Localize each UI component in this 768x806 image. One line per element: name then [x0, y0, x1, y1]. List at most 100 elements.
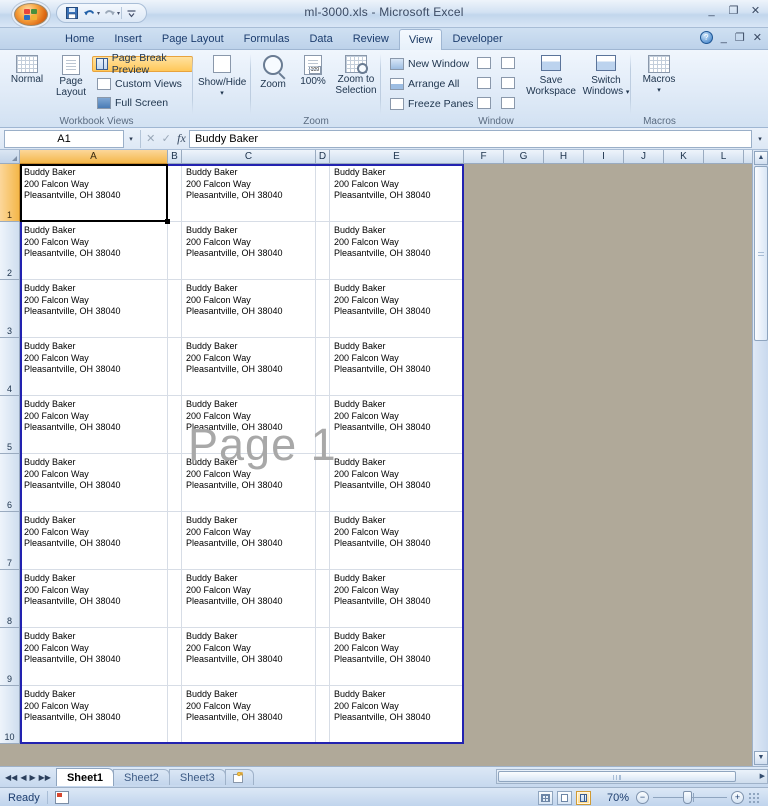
- tab-formulas[interactable]: Formulas: [234, 28, 300, 50]
- record-macro-icon[interactable]: [55, 791, 69, 804]
- cell-E6[interactable]: Buddy Baker200 Falcon WayPleasantville, …: [330, 454, 464, 512]
- row-header-10[interactable]: 10: [0, 686, 20, 744]
- show-hide-button[interactable]: Show/Hide ▾: [198, 53, 246, 99]
- cell-D9[interactable]: [316, 628, 330, 686]
- cell-A2[interactable]: Buddy Baker200 Falcon WayPleasantville, …: [20, 222, 168, 280]
- column-header-H[interactable]: H: [544, 150, 584, 164]
- hide-window-icon[interactable]: [477, 77, 491, 89]
- freeze-panes-button[interactable]: Freeze Panes ▾: [387, 96, 484, 112]
- select-all-button[interactable]: [0, 150, 20, 164]
- normal-view-status-button[interactable]: [538, 791, 553, 805]
- sheet-tab-sheet1[interactable]: Sheet1: [56, 768, 114, 786]
- minimize-workbook-button[interactable]: _: [721, 32, 727, 44]
- cell-E8[interactable]: Buddy Baker200 Falcon WayPleasantville, …: [330, 570, 464, 628]
- cell-E10[interactable]: Buddy Baker200 Falcon WayPleasantville, …: [330, 686, 464, 744]
- scroll-down-button[interactable]: ▼: [754, 751, 768, 765]
- column-header-E[interactable]: E: [330, 150, 464, 164]
- row-header-9[interactable]: 9: [0, 628, 20, 686]
- tab-review[interactable]: Review: [343, 28, 399, 50]
- cell-E9[interactable]: Buddy Baker200 Falcon WayPleasantville, …: [330, 628, 464, 686]
- page-break-preview-button[interactable]: Page Break Preview: [92, 56, 193, 72]
- cell-C3[interactable]: Buddy Baker200 Falcon WayPleasantville, …: [182, 280, 316, 338]
- accept-formula-icon[interactable]: ✓: [162, 132, 171, 145]
- cell-B10[interactable]: [168, 686, 182, 744]
- cell-E2[interactable]: Buddy Baker200 Falcon WayPleasantville, …: [330, 222, 464, 280]
- close-workbook-button[interactable]: ✕: [753, 31, 762, 44]
- first-sheet-icon[interactable]: ◀◀: [5, 773, 17, 782]
- name-box[interactable]: A1: [4, 130, 124, 148]
- cell-B7[interactable]: [168, 512, 182, 570]
- cell-C7[interactable]: Buddy Baker200 Falcon WayPleasantville, …: [182, 512, 316, 570]
- unhide-window-icon[interactable]: [477, 97, 491, 109]
- column-header-K[interactable]: K: [664, 150, 704, 164]
- horizontal-scrollbar[interactable]: ▶: [496, 769, 768, 784]
- cell-C8[interactable]: Buddy Baker200 Falcon WayPleasantville, …: [182, 570, 316, 628]
- row-header-8[interactable]: 8: [0, 570, 20, 628]
- cell-B6[interactable]: [168, 454, 182, 512]
- sheet-tab-sheet3[interactable]: Sheet3: [169, 769, 226, 785]
- scroll-up-button[interactable]: ▲: [754, 151, 768, 165]
- formula-input[interactable]: Buddy Baker: [189, 130, 752, 148]
- cell-B2[interactable]: [168, 222, 182, 280]
- restore-button[interactable]: ❐: [727, 4, 740, 17]
- page-layout-view-button[interactable]: Page Layout: [48, 53, 94, 98]
- macros-button[interactable]: Macros ▾: [635, 53, 683, 96]
- cell-B5[interactable]: [168, 396, 182, 454]
- cell-D3[interactable]: [316, 280, 330, 338]
- cell-B8[interactable]: [168, 570, 182, 628]
- cell-C4[interactable]: Buddy Baker200 Falcon WayPleasantville, …: [182, 338, 316, 396]
- cell-D4[interactable]: [316, 338, 330, 396]
- row-header-3[interactable]: 3: [0, 280, 20, 338]
- synchronous-scrolling-icon[interactable]: [501, 77, 515, 89]
- row-header-4[interactable]: 4: [0, 338, 20, 396]
- column-header-G[interactable]: G: [504, 150, 544, 164]
- cell-D2[interactable]: [316, 222, 330, 280]
- insert-worksheet-icon[interactable]: [225, 769, 254, 785]
- switch-windows-arrow[interactable]: ▾: [626, 89, 630, 96]
- row-header-1[interactable]: 1: [0, 164, 20, 222]
- cell-D8[interactable]: [316, 570, 330, 628]
- cell-A5[interactable]: Buddy Baker200 Falcon WayPleasantville, …: [20, 396, 168, 454]
- cell-E4[interactable]: Buddy Baker200 Falcon WayPleasantville, …: [330, 338, 464, 396]
- tab-home[interactable]: Home: [55, 28, 104, 50]
- cell-A8[interactable]: Buddy Baker200 Falcon WayPleasantville, …: [20, 570, 168, 628]
- cell-A1[interactable]: Buddy Baker200 Falcon WayPleasantville, …: [20, 164, 168, 222]
- split-icon[interactable]: [477, 57, 491, 69]
- last-sheet-icon[interactable]: ▶▶: [39, 773, 51, 782]
- column-header-I[interactable]: I: [584, 150, 624, 164]
- cell-D5[interactable]: [316, 396, 330, 454]
- cell-E3[interactable]: Buddy Baker200 Falcon WayPleasantville, …: [330, 280, 464, 338]
- minimize-button[interactable]: _: [705, 5, 718, 17]
- horizontal-scroll-thumb[interactable]: [498, 771, 736, 782]
- previous-sheet-icon[interactable]: ◀: [20, 773, 26, 782]
- cell-A6[interactable]: Buddy Baker200 Falcon WayPleasantville, …: [20, 454, 168, 512]
- page-layout-view-status-button[interactable]: [557, 791, 572, 805]
- row-header-6[interactable]: 6: [0, 454, 20, 512]
- zoom-slider-track[interactable]: [653, 797, 727, 798]
- zoom-slider-handle[interactable]: [683, 791, 692, 804]
- zoom-in-button[interactable]: +: [731, 791, 744, 804]
- cell-C6[interactable]: Buddy Baker200 Falcon WayPleasantville, …: [182, 454, 316, 512]
- zoom-out-button[interactable]: −: [636, 791, 649, 804]
- new-window-button[interactable]: New Window: [387, 56, 472, 72]
- page-break-preview-status-button[interactable]: [576, 791, 591, 805]
- scroll-right-button[interactable]: ▶: [760, 772, 765, 780]
- cell-C5[interactable]: Buddy Baker200 Falcon WayPleasantville, …: [182, 396, 316, 454]
- cell-C10[interactable]: Buddy Baker200 Falcon WayPleasantville, …: [182, 686, 316, 744]
- column-header-C[interactable]: C: [182, 150, 316, 164]
- cell-D1[interactable]: [316, 164, 330, 222]
- cell-A7[interactable]: Buddy Baker200 Falcon WayPleasantville, …: [20, 512, 168, 570]
- cell-E7[interactable]: Buddy Baker200 Falcon WayPleasantville, …: [330, 512, 464, 570]
- column-header-B[interactable]: B: [168, 150, 182, 164]
- cell-A10[interactable]: Buddy Baker200 Falcon WayPleasantville, …: [20, 686, 168, 744]
- column-header-L[interactable]: L: [704, 150, 744, 164]
- cell-E5[interactable]: Buddy Baker200 Falcon WayPleasantville, …: [330, 396, 464, 454]
- show-hide-arrow[interactable]: ▾: [198, 88, 246, 99]
- cells-area[interactable]: Buddy Baker200 Falcon WayPleasantville, …: [20, 164, 768, 766]
- tab-data[interactable]: Data: [299, 28, 342, 50]
- name-box-dropdown-arrow[interactable]: ▾: [124, 135, 138, 143]
- cell-C1[interactable]: Buddy Baker200 Falcon WayPleasantville, …: [182, 164, 316, 222]
- help-icon[interactable]: ?: [700, 31, 713, 44]
- cell-B1[interactable]: [168, 164, 182, 222]
- expand-formula-bar-icon[interactable]: ▾: [752, 135, 768, 143]
